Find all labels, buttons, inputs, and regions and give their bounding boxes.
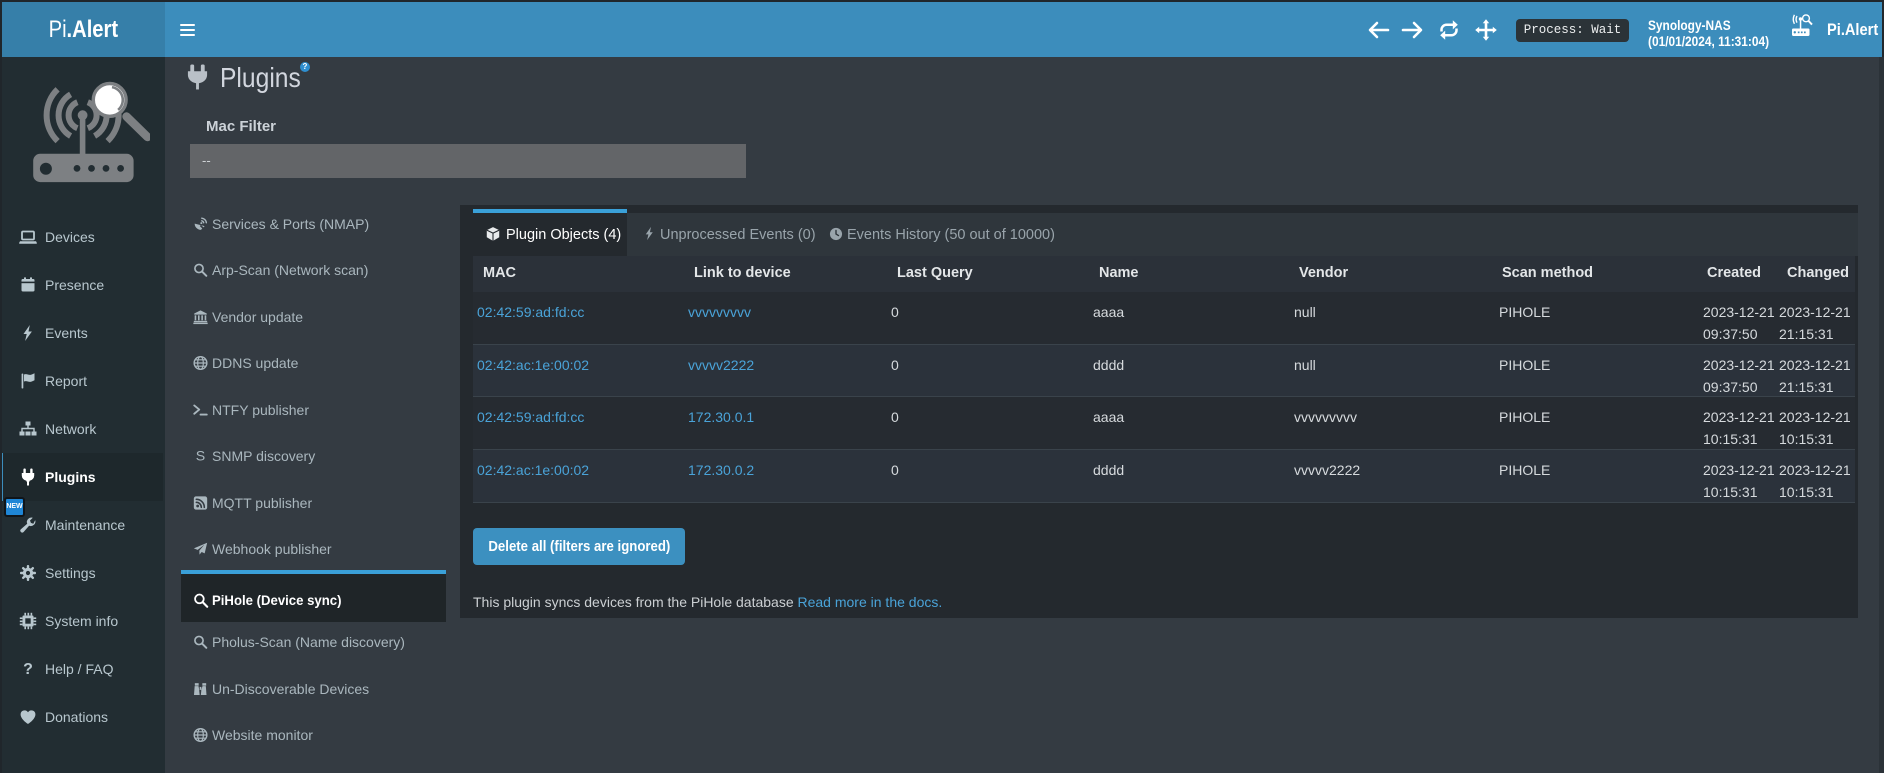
svg-text:?: ? xyxy=(23,661,33,678)
svg-text:S: S xyxy=(196,449,205,464)
